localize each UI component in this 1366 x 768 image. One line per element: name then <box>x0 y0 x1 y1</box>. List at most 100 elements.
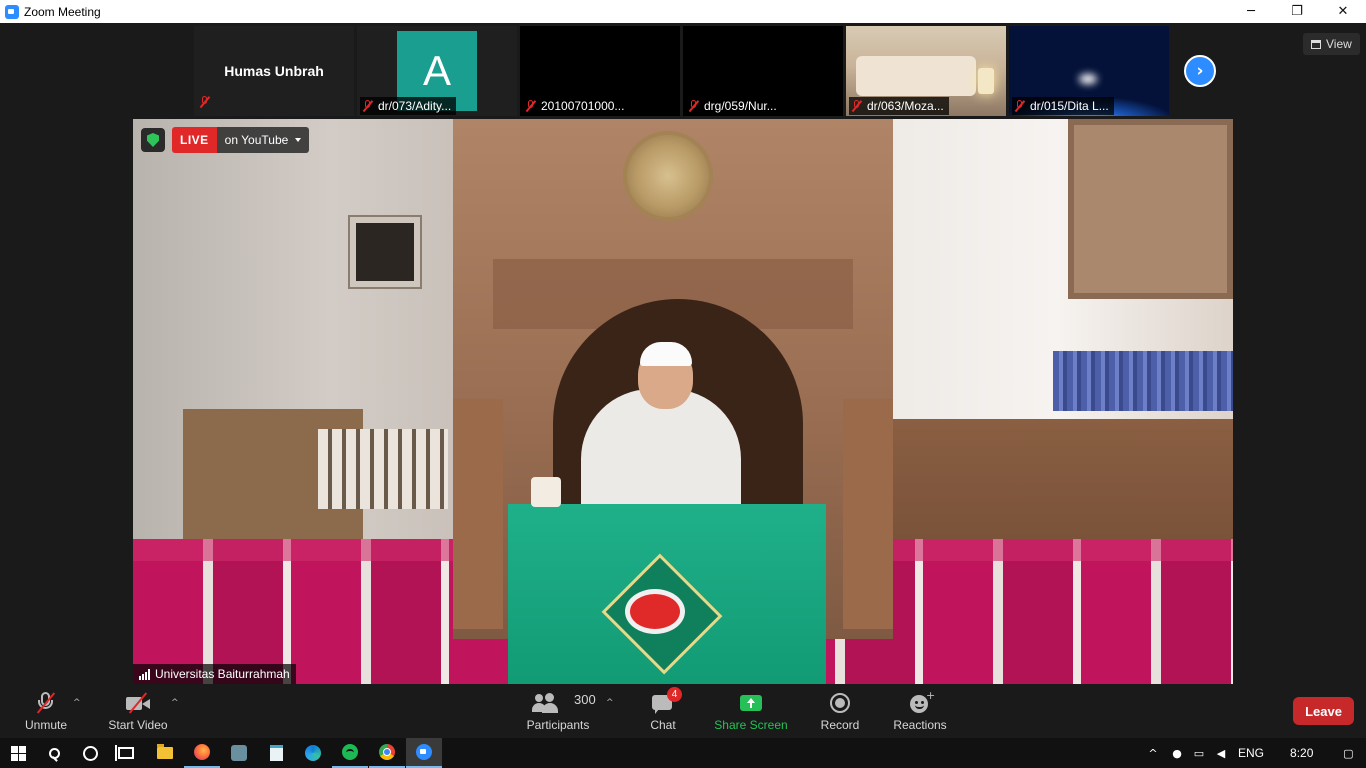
close-button[interactable]: ✕ <box>1320 0 1366 23</box>
participants-count: 300 <box>574 692 596 707</box>
input-language[interactable]: ENG <box>1238 746 1264 760</box>
chat-unread-badge: 4 <box>667 687 682 702</box>
record-button[interactable]: Record <box>816 688 864 738</box>
participant-thumbnail[interactable]: 20100701000... <box>520 26 680 116</box>
taskbar-notepad[interactable] <box>258 738 294 768</box>
participant-name: dr/063/Moza... <box>867 99 944 113</box>
security-shield-icon[interactable] <box>141 128 165 152</box>
start-button[interactable] <box>0 738 36 768</box>
cortana-icon <box>82 745 98 761</box>
microphone-tray-icon[interactable]: ● <box>1170 746 1184 760</box>
participant-thumbnail[interactable]: drg/059/Nur... <box>683 26 843 116</box>
participant-name: 20100701000... <box>541 99 625 113</box>
system-tray: ^ ● ▭ ◀ ENG 8:20 ▢ <box>1146 738 1355 768</box>
windows-taskbar: ^ ● ▭ ◀ ENG 8:20 ▢ <box>0 738 1366 768</box>
mic-muted-icon <box>851 100 863 112</box>
firefox-icon <box>194 744 210 760</box>
spotify-icon <box>342 744 358 760</box>
start-video-label: Start Video <box>108 718 168 732</box>
wall-frame <box>350 217 420 287</box>
chevron-right-icon: › <box>1196 61 1204 81</box>
minimize-button[interactable]: ─ <box>1228 0 1274 23</box>
live-stream-dropdown[interactable]: LIVE on YouTube <box>172 127 310 153</box>
speaker-name-label: Universitas Baiturrahmah <box>133 664 296 684</box>
app-icon <box>231 745 247 761</box>
restore-button[interactable]: ❐ <box>1274 0 1320 23</box>
signal-strength-icon <box>139 668 150 680</box>
participant-thumbnail-strip: Humas Unbrah A dr/073/Adity... 201007010… <box>194 26 1169 116</box>
participant-name: dr/073/Adity... <box>378 99 452 113</box>
windows-logo-icon <box>10 745 26 761</box>
taskbar-firefox[interactable] <box>184 738 220 768</box>
view-label: View <box>1326 37 1352 51</box>
live-destination: on YouTube <box>216 127 310 153</box>
taskbar-zoom[interactable] <box>406 738 442 768</box>
participant-name: drg/059/Nur... <box>704 99 777 113</box>
reactions-label: Reactions <box>893 718 947 732</box>
folder-icon <box>157 744 173 759</box>
chrome-icon <box>379 744 395 760</box>
taskbar-edge[interactable] <box>295 738 331 768</box>
share-screen-button[interactable]: Share Screen <box>712 688 790 738</box>
show-hidden-icons-chevron-icon[interactable]: ^ <box>1146 746 1160 760</box>
microphone-muted-icon <box>33 692 59 714</box>
participants-button[interactable]: 300 Participants <box>522 688 596 738</box>
video-camera-off-icon <box>125 692 151 714</box>
mic-muted-icon <box>199 95 215 113</box>
share-screen-icon <box>738 692 764 714</box>
share-screen-label: Share Screen <box>714 718 788 732</box>
taskbar-app[interactable] <box>221 738 257 768</box>
participant-label: drg/059/Nur... <box>686 97 782 115</box>
clock-time[interactable]: 8:20 <box>1290 746 1313 760</box>
active-speaker-video: LIVE on YouTube Universitas Baiturrahmah <box>133 119 1233 684</box>
task-view-button[interactable] <box>108 738 144 768</box>
participant-name: Humas Unbrah <box>224 63 324 79</box>
participants-options-caret[interactable]: ^ <box>606 698 614 708</box>
record-icon <box>827 692 853 714</box>
participants-icon <box>531 692 558 714</box>
view-grid-icon <box>1311 39 1321 49</box>
participant-thumbnail[interactable]: dr/015/Dita L... <box>1009 26 1169 116</box>
window-title: Zoom Meeting <box>24 4 101 19</box>
meeting-area: Humas Unbrah A dr/073/Adity... 201007010… <box>0 23 1366 688</box>
live-destination-label: on YouTube <box>224 133 289 147</box>
mic-muted-icon <box>525 100 537 112</box>
reactions-icon: + <box>907 689 935 714</box>
taskbar-file-explorer[interactable] <box>147 738 183 768</box>
live-badge: LIVE <box>172 127 217 153</box>
notification-center-icon[interactable]: ▢ <box>1341 746 1355 760</box>
participant-thumbnail[interactable]: Humas Unbrah <box>194 26 354 116</box>
participant-label: dr/073/Adity... <box>360 97 457 115</box>
notepad-icon <box>269 745 283 761</box>
participant-label: 20100701000... <box>523 97 630 115</box>
next-page-button[interactable]: › <box>1184 55 1216 87</box>
mic-muted-icon <box>362 100 374 112</box>
cortana-button[interactable] <box>72 738 108 768</box>
mic-muted-icon <box>1014 100 1026 112</box>
speaker-name: Universitas Baiturrahmah <box>155 667 290 681</box>
live-stream-overlay: LIVE on YouTube <box>141 127 310 153</box>
window-title-bar: Zoom Meeting ─ ❐ ✕ <box>0 0 1366 23</box>
edge-icon <box>305 745 321 761</box>
search-button[interactable] <box>36 738 72 768</box>
participant-thumbnail[interactable]: dr/063/Moza... <box>846 26 1006 116</box>
reactions-button[interactable]: + Reactions <box>890 688 950 738</box>
unmute-label: Unmute <box>24 718 68 732</box>
start-video-button[interactable]: Start Video <box>104 688 172 738</box>
zoom-icon <box>416 744 432 760</box>
chat-label: Chat <box>650 718 676 732</box>
audio-options-caret[interactable]: ^ <box>73 698 81 708</box>
video-options-caret[interactable]: ^ <box>171 698 179 708</box>
volume-icon[interactable]: ◀ <box>1214 746 1228 760</box>
unmute-button[interactable]: Unmute <box>18 688 74 738</box>
taskbar-chrome[interactable] <box>369 738 405 768</box>
taskbar-spotify[interactable] <box>332 738 368 768</box>
leave-button[interactable]: Leave <box>1293 697 1354 725</box>
view-button[interactable]: View <box>1303 33 1360 55</box>
participant-thumbnail[interactable]: A dr/073/Adity... <box>357 26 517 116</box>
record-label: Record <box>820 718 860 732</box>
participant-label: dr/063/Moza... <box>849 97 949 115</box>
chat-button[interactable]: 4 Chat <box>643 687 683 738</box>
network-icon[interactable]: ▭ <box>1192 746 1206 760</box>
participants-label: Participants <box>526 718 590 732</box>
